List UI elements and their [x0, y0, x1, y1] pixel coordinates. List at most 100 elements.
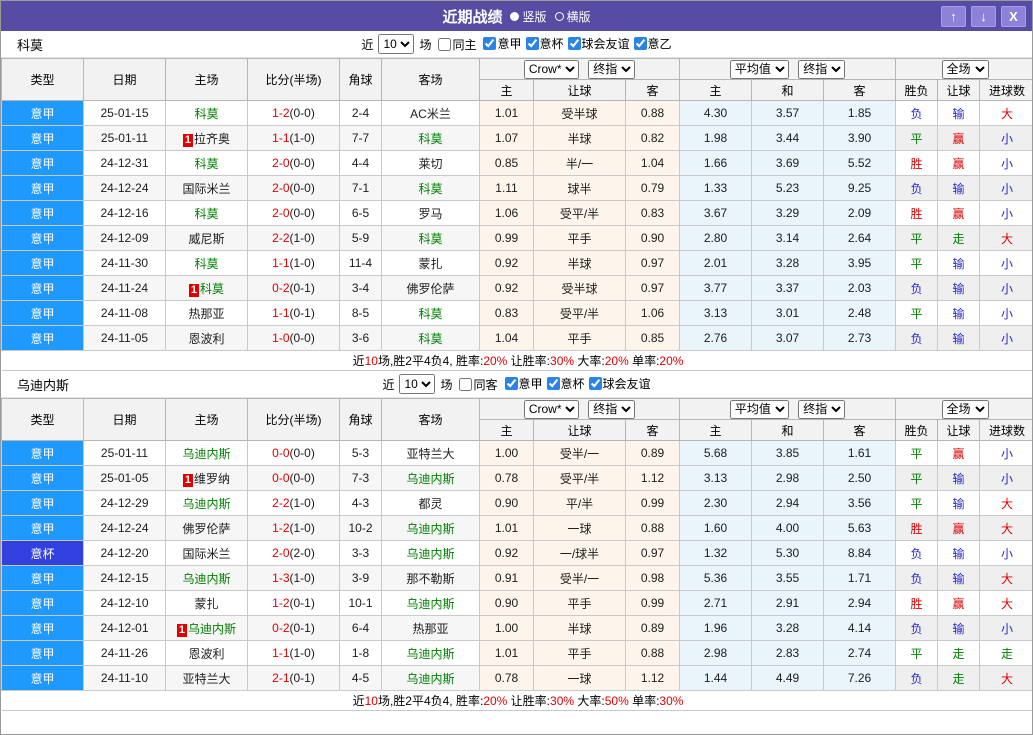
- move-up-button[interactable]: ↑: [941, 5, 966, 27]
- match-row: 意甲 25-01-11 乌迪内斯 0-0(0-0) 5-3 亚特兰大 1.00 受半/一 0.8…: [1, 440, 1032, 466]
- titlebar: 近期战绩 竖版 横版 ↑ ↓ X: [1, 1, 1032, 31]
- type-cell: 意甲: [1, 325, 84, 351]
- team-name: 科莫: [17, 37, 44, 53]
- col-wdl: 胜负: [895, 79, 939, 101]
- home-team-name: 蒙扎: [194, 596, 219, 611]
- odds-home-cell: 0.78: [479, 465, 534, 491]
- away-team-cell: 乌迪内斯: [381, 540, 480, 566]
- handicap-cell: 半/一: [533, 150, 626, 176]
- odds-away-cell: 1.12: [624, 465, 681, 491]
- match-row: 意甲 24-12-01 1 乌迪内斯 0-2(0-1) 6-4 热那亚 1.00 半球 0.89 1…: [1, 615, 1032, 641]
- result-wdl-cell: 负: [895, 540, 939, 566]
- same-venue-checkbox[interactable]: [438, 37, 452, 51]
- league-checkbox[interactable]: [588, 377, 602, 390]
- odds-away-cell: 0.97: [624, 275, 681, 301]
- odds-home-cell: 0.92: [479, 540, 534, 566]
- league-checkbox[interactable]: [504, 377, 518, 390]
- col-odds-home: 主: [479, 79, 534, 101]
- odds-stage-select-2[interactable]: 终指: [798, 59, 846, 79]
- date-cell: 24-11-26: [83, 640, 166, 666]
- league-filter[interactable]: 意杯: [525, 35, 564, 52]
- fulltime-score: 0-2: [272, 281, 290, 295]
- date-cell: 24-12-24: [83, 175, 166, 201]
- average-select[interactable]: 平均值: [729, 399, 789, 419]
- league-checkbox[interactable]: [633, 37, 647, 50]
- home-team-name: 亚特兰大: [182, 671, 231, 686]
- date-cell: 24-12-31: [83, 150, 166, 176]
- type-cell: 意甲: [1, 125, 84, 151]
- type-cell: 意甲: [1, 465, 84, 491]
- league-filter[interactable]: 意杯: [546, 375, 585, 392]
- avg-away-cell: 2.48: [823, 300, 897, 326]
- match-count-select[interactable]: 10: [378, 34, 415, 54]
- league-checkbox[interactable]: [567, 37, 581, 50]
- fulltime-score: 2-0: [272, 156, 290, 170]
- close-button[interactable]: X: [1001, 5, 1026, 27]
- away-team-name: 乌迪内斯: [406, 596, 455, 611]
- type-cell: 意甲: [1, 515, 84, 541]
- league-checkbox[interactable]: [525, 37, 539, 50]
- fulltime-score: 1-0: [272, 331, 290, 345]
- type-cell: 意杯: [1, 540, 84, 566]
- section-control-row: 乌迪内斯 近 10 场 同客 意甲 意杯 球会友谊: [1, 371, 1032, 398]
- away-team-cell: 蒙扎: [381, 250, 480, 276]
- league-filter[interactable]: 意甲: [483, 35, 522, 52]
- same-venue-filter[interactable]: 同客: [459, 376, 498, 393]
- result-wdl-cell: 平: [895, 640, 939, 666]
- away-team-cell: 乌迪内斯: [381, 665, 480, 691]
- avg-draw-cell: 2.91: [751, 590, 825, 616]
- away-team-name: 乌迪内斯: [406, 671, 455, 686]
- avg-draw-cell: 2.83: [751, 640, 825, 666]
- fulltime-score: 1-1: [272, 256, 290, 270]
- date-cell: 25-01-11: [83, 440, 166, 466]
- odds-stage-select-2[interactable]: 终指: [798, 399, 846, 419]
- league-checkbox[interactable]: [546, 377, 560, 390]
- layout-radio-vertical[interactable]: 竖版: [510, 8, 547, 25]
- league-filter[interactable]: 意乙: [633, 35, 672, 52]
- home-team-name: 佛罗伦萨: [182, 521, 231, 536]
- handicap-cell: 半球: [533, 250, 626, 276]
- period-select[interactable]: 全场: [941, 59, 989, 79]
- odds-away-cell: 0.83: [624, 200, 681, 226]
- odds-home-cell: 1.11: [479, 175, 534, 201]
- score-cell: 1-2(0-0): [247, 100, 340, 126]
- period-select[interactable]: 全场: [941, 399, 989, 419]
- type-cell: 意甲: [1, 150, 84, 176]
- bookmaker-select[interactable]: Crow*: [523, 399, 579, 419]
- home-team-cell: 蒙扎: [165, 590, 248, 616]
- avg-home-cell: 5.36: [679, 565, 753, 591]
- odds-stage-select-1[interactable]: 终指: [588, 399, 636, 419]
- fulltime-score: 1-2: [272, 106, 290, 120]
- avg-draw-cell: 3.28: [751, 250, 825, 276]
- odds-away-cell: 0.99: [624, 590, 681, 616]
- match-count-select[interactable]: 10: [399, 374, 436, 394]
- average-select[interactable]: 平均值: [729, 59, 789, 79]
- result-wdl-cell: 负: [895, 100, 939, 126]
- away-team-cell: 乌迪内斯: [381, 640, 480, 666]
- col-goals: 进球数: [979, 419, 1032, 441]
- odds-stage-select-1[interactable]: 终指: [588, 59, 636, 79]
- summary-stat-value: 30%: [659, 694, 684, 708]
- bookmaker-select[interactable]: Crow*: [523, 59, 579, 79]
- avg-away-cell: 9.25: [823, 175, 897, 201]
- league-filter[interactable]: 球会友谊: [567, 35, 630, 52]
- layout-radio-horizontal[interactable]: 横版: [554, 8, 591, 25]
- match-row: 意甲 24-11-10 亚特兰大 2-1(0-1) 4-5 乌迪内斯 0.78 一球 1.12 1…: [1, 665, 1032, 691]
- home-team-name: 国际米兰: [182, 546, 231, 561]
- same-venue-checkbox[interactable]: [459, 377, 473, 391]
- odds-home-cell: 0.99: [479, 225, 534, 251]
- league-filter[interactable]: 意甲: [504, 375, 543, 392]
- odds-away-cell: 0.88: [624, 515, 681, 541]
- move-down-button[interactable]: ↓: [971, 5, 996, 27]
- fulltime-score: 2-2: [272, 231, 290, 245]
- league-checkbox[interactable]: [483, 37, 497, 50]
- result-wdl-cell: 平: [895, 250, 939, 276]
- league-filter[interactable]: 球会友谊: [588, 375, 651, 392]
- halftime-score: (0-0): [289, 446, 315, 460]
- summary-stat-value: 20%: [483, 354, 508, 368]
- result-wdl-cell: 负: [895, 175, 939, 201]
- summary-text: 近: [352, 354, 365, 368]
- same-venue-filter[interactable]: 同主: [438, 36, 476, 53]
- type-cell: 意甲: [1, 490, 84, 516]
- away-team-cell: 佛罗伦萨: [381, 275, 480, 301]
